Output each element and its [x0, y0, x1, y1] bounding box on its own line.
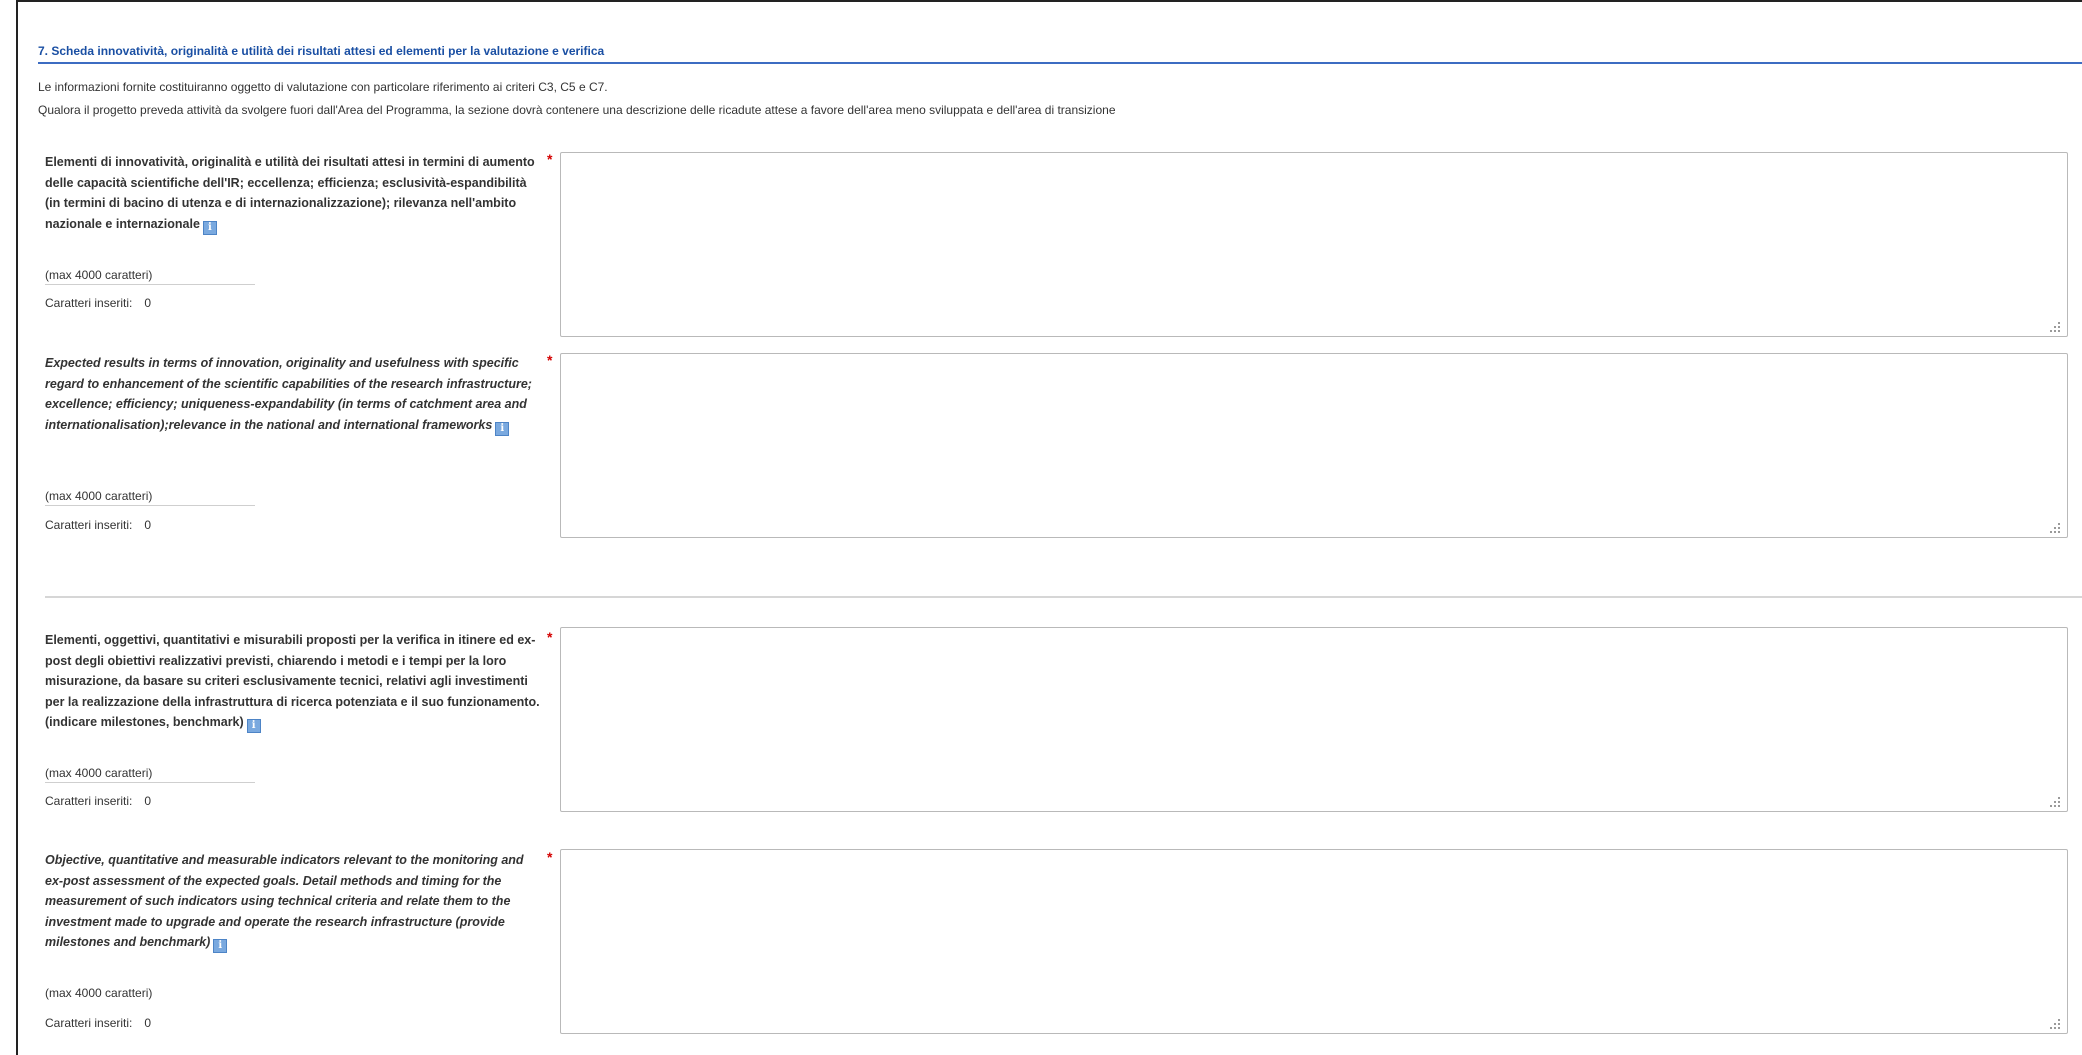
field-label-text: Elementi, oggettivi, quantitativi e misu…	[45, 633, 540, 729]
field-label-text: Expected results in terms of innovation,…	[45, 356, 532, 432]
resize-grip-icon[interactable]	[2050, 1019, 2062, 1031]
intro-text-line-1: Le informazioni fornite costituiranno og…	[38, 80, 608, 94]
textarea-elementi-verifica[interactable]	[560, 627, 2068, 812]
max-note-underline	[45, 284, 255, 285]
character-counter-value: 0	[144, 1016, 152, 1030]
character-counter-value: 0	[144, 296, 152, 310]
required-marker: *	[547, 352, 553, 368]
max-characters-note: (max 4000 caratteri)	[45, 986, 153, 1000]
textarea-objective-indicators[interactable]	[560, 849, 2068, 1034]
character-counter-label: Caratteri inseriti:	[45, 1016, 133, 1030]
required-marker: *	[547, 151, 553, 167]
max-note-underline	[45, 505, 255, 506]
max-characters-note: (max 4000 caratteri)	[45, 766, 153, 780]
section-divider	[45, 596, 2082, 598]
intro-text-line-2: Qualora il progetto preveda attività da …	[38, 103, 1116, 117]
field-label-expected-results: Expected results in terms of innovation,…	[45, 353, 542, 436]
character-counter: Caratteri inseriti: 0	[45, 296, 151, 310]
textarea-expected-results[interactable]	[560, 353, 2068, 538]
field-label-innovativita: Elementi di innovatività, originalità e …	[45, 152, 542, 235]
info-icon[interactable]: i	[213, 939, 228, 953]
required-marker: *	[547, 629, 553, 645]
info-icon[interactable]: i	[495, 421, 510, 436]
required-marker: *	[547, 849, 553, 865]
resize-grip-icon[interactable]	[2050, 322, 2062, 334]
character-counter-value: 0	[144, 518, 152, 532]
field-label-text: Elementi di innovatività, originalità e …	[45, 155, 535, 231]
character-counter: Caratteri inseriti: 0	[45, 518, 151, 532]
max-characters-note: (max 4000 caratteri)	[45, 268, 153, 282]
info-icon[interactable]: i	[202, 220, 217, 235]
resize-grip-icon[interactable]	[2050, 797, 2062, 809]
character-counter-label: Caratteri inseriti:	[45, 794, 133, 808]
field-label-text: Objective, quantitative and measurable i…	[45, 853, 524, 949]
character-counter: Caratteri inseriti: 0	[45, 1016, 151, 1030]
max-note-underline	[45, 782, 255, 783]
field-label-objective-indicators: Objective, quantitative and measurable i…	[45, 850, 542, 953]
max-characters-note: (max 4000 caratteri)	[45, 489, 153, 503]
character-counter-label: Caratteri inseriti:	[45, 518, 133, 532]
character-counter-value: 0	[144, 794, 152, 808]
section-title: 7. Scheda innovatività, originalità e ut…	[38, 44, 605, 58]
info-icon[interactable]: i	[246, 719, 261, 733]
textarea-innovativita[interactable]	[560, 152, 2068, 337]
character-counter-label: Caratteri inseriti:	[45, 296, 133, 310]
section-title-underline	[38, 62, 2082, 64]
resize-grip-icon[interactable]	[2050, 523, 2062, 535]
character-counter: Caratteri inseriti: 0	[45, 794, 151, 808]
field-label-elementi-verifica: Elementi, oggettivi, quantitativi e misu…	[45, 630, 542, 733]
